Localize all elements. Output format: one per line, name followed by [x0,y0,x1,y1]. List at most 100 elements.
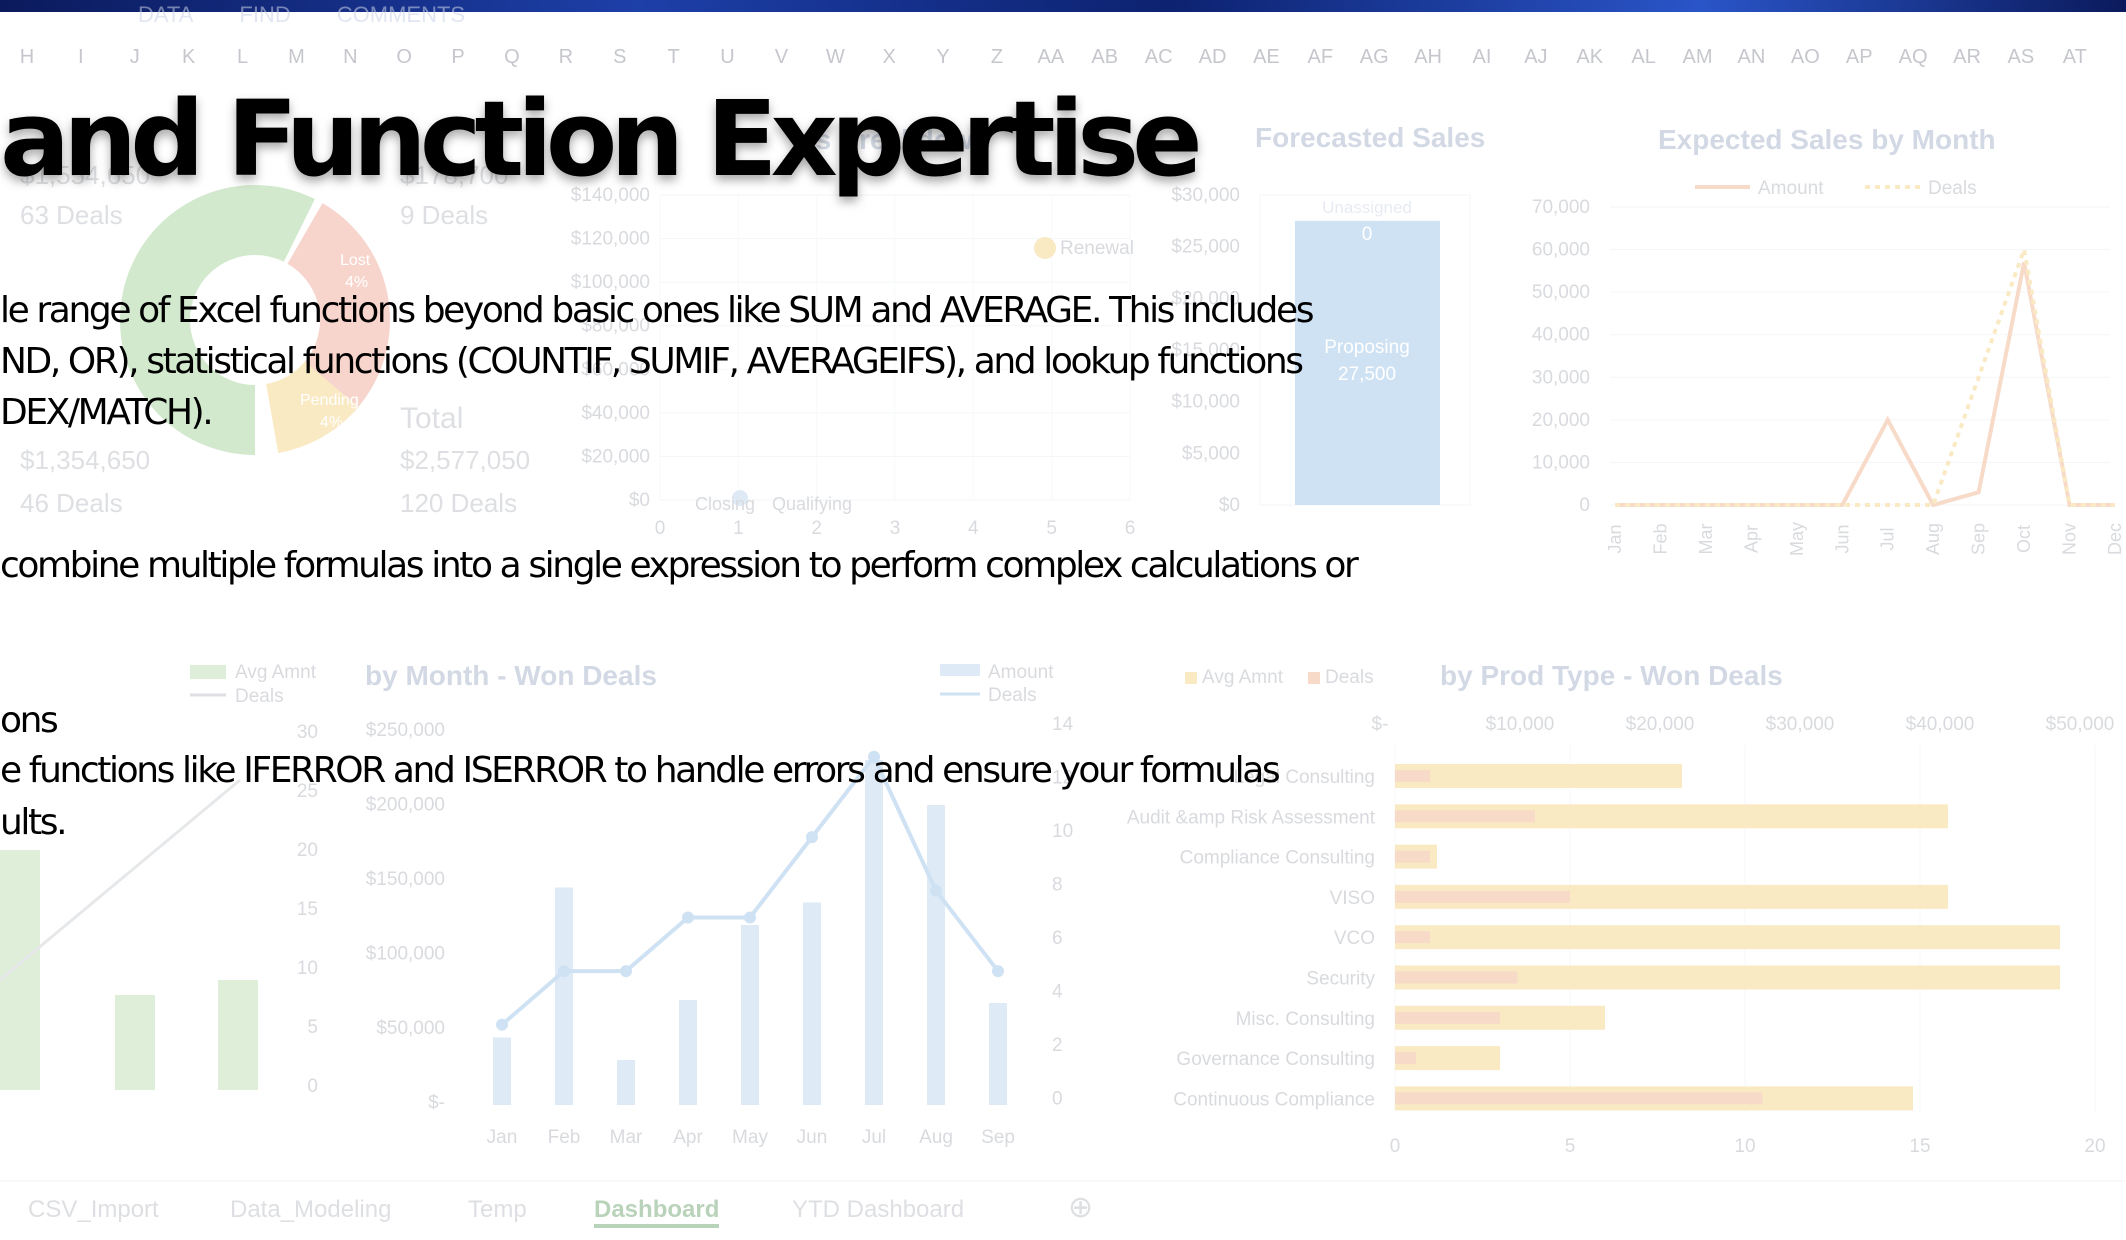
bar-deals [1395,1011,1500,1024]
donut-label: 4% [345,274,368,291]
y-tick-label: $150,000 [366,869,445,890]
bar-deals [1395,810,1535,823]
category-label: Compliance Consulting [1180,848,1375,869]
x-tick-label: Nov [2060,523,2080,555]
bar-deals [1395,931,1430,944]
category-label: VISO [1330,888,1375,909]
category-label: Governance Consulting [1176,1049,1375,1070]
bar-value: 0 [1362,224,1373,245]
paragraph-line: ults. [0,802,68,843]
x-tick-label: Oct [2014,525,2034,553]
y-tick-label: 60,000 [1532,240,1590,261]
legend-avg-swatch [190,665,226,679]
x-tick-label: 4 [968,518,979,539]
legend-deals: Deals [1325,667,1374,688]
y2-tick-label: 4 [1052,982,1063,1003]
x-tick-label: Feb [1650,523,1670,554]
legend-amount: Amount [988,662,1054,683]
x-tick-label: Jun [1832,524,1852,553]
add-sheet-icon[interactable]: ⊕ [1068,1190,1093,1225]
paragraph-line: DEX/MATCH). [0,392,214,433]
point-deals [806,831,818,844]
legend-avg: Avg Amnt [1202,667,1284,688]
x-top-tick-label: $50,000 [2046,714,2115,735]
y-tick-label: 15 [297,899,318,920]
x-bottom-tick-label: 15 [1909,1136,1930,1157]
x-tick-label: Feb [548,1127,581,1148]
x-tick-label: Apr [1741,525,1761,553]
point-deals [496,1018,508,1031]
y-tick-label: 50,000 [1532,282,1590,303]
x-tick-label: Jul [862,1127,886,1148]
sheet-tab-data-modeling[interactable]: Data_Modeling [230,1196,391,1224]
sheet-tab-csv-import[interactable]: CSV_Import [28,1196,159,1224]
x-bottom-tick-label: 0 [1390,1136,1401,1157]
point-deals [992,965,1004,978]
bar-avg-amount [1395,925,2060,950]
paragraph-line: combine multiple formulas into a single … [0,545,1359,586]
bubble-renewal [1034,237,1056,259]
y-tick-label: $5,000 [1182,443,1240,464]
x-tick-label: Dec [2105,523,2125,555]
x-bottom-tick-label: 5 [1565,1136,1576,1157]
x-top-tick-label: $10,000 [1486,714,1555,735]
bubble-label: Closing [695,494,755,514]
point-deals [744,911,756,924]
x-tick-label: Sep [981,1127,1015,1148]
y-tick-label: $25,000 [1171,237,1240,258]
x-tick-label: Mar [610,1127,643,1148]
sheet-tab-ytd-dashboard[interactable]: YTD Dashboard [792,1196,964,1224]
bar-jul [865,760,883,1105]
x-top-tick-label: $- [1372,714,1389,735]
y-tick-label: $0 [1219,495,1240,516]
series-line-amount [1615,261,2115,508]
category-label: Audit &amp Risk Assessment [1127,807,1376,828]
x-tick-label: Aug [919,1127,953,1148]
bar-feb [555,887,573,1105]
point-deals [620,965,632,978]
y2-tick-label: 2 [1052,1035,1063,1056]
sheet-tab-dashboard[interactable]: Dashboard [594,1196,720,1228]
x-tick-label: 5 [1046,518,1057,539]
y-tick-label: 20 [297,840,318,861]
x-tick-label: 6 [1125,518,1136,539]
y2-tick-label: 8 [1052,875,1063,896]
by-prod-chart: Avg Amnt Deals $- $10,000 $20,000 $30,000 $40,… [1127,667,2115,1157]
y-tick-label: 70,000 [1532,197,1590,218]
y-tick-label: 10,000 [1532,452,1590,473]
point-deals [558,965,570,978]
bar-deals [1395,890,1570,903]
y-tick-label: 20,000 [1532,410,1590,431]
legend-deals: Deals [235,686,284,707]
paragraph-line: le range of Excel functions beyond basic… [0,290,1314,331]
x-tick-label: 3 [890,518,901,539]
x-top-tick-label: $40,000 [1906,714,1975,735]
y-tick-label: $200,000 [366,795,445,816]
bar-value: 27,500 [1338,364,1396,385]
y-tick-label: $10,000 [1171,392,1240,413]
bubble-label: Renewal [1060,238,1134,259]
y-tick-label: $0 [629,490,650,511]
bar-sep [989,1003,1007,1105]
legend-amount: Amount [1758,178,1824,199]
sheet-tab-temp[interactable]: Temp [468,1196,527,1224]
y-tick-label: $100,000 [366,944,445,965]
point-deals [682,911,694,924]
point-deals [930,884,942,897]
bar-jan [493,1037,511,1105]
category-label: VCO [1334,928,1375,949]
legend-deals-swatch [1308,672,1320,684]
x-tick-label: 0 [655,518,666,539]
legend-amount-swatch [940,664,980,676]
x-tick-label: Sep [1969,523,1989,555]
y-tick-label: 5 [307,1017,318,1038]
y2-tick-label: 6 [1052,928,1063,949]
legend-avg: Avg Amnt [235,662,317,683]
bar-apr [679,1000,697,1105]
donut-label: Lost [340,252,371,269]
category-label: Misc. Consulting [1236,1009,1375,1030]
bar-label: Unassigned [1322,198,1412,217]
y-tick-label: $40,000 [581,403,650,424]
bar [0,850,40,1090]
bar-proposing [1295,220,1440,506]
